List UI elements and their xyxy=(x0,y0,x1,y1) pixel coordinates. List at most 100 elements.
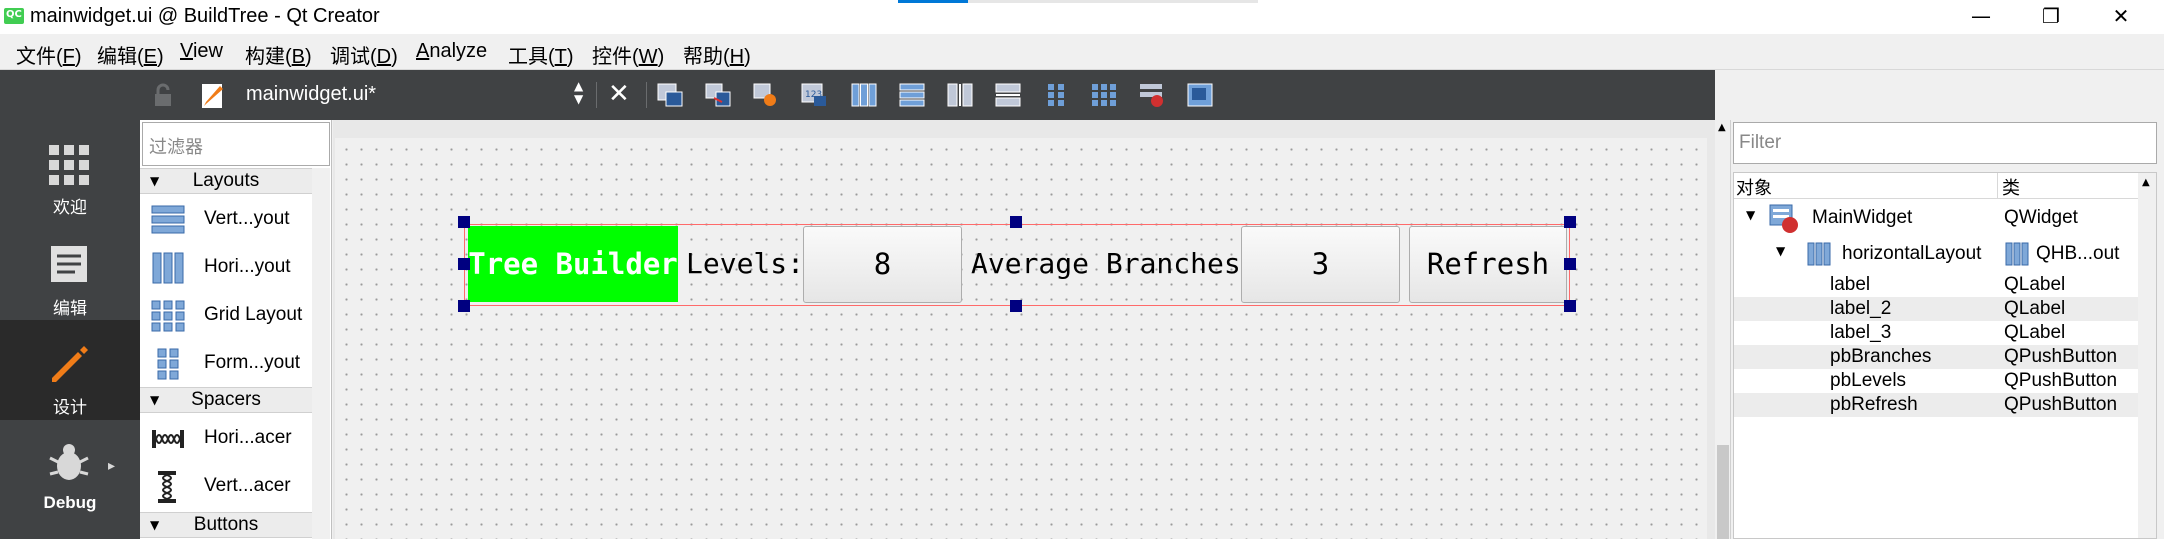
resize-handle[interactable] xyxy=(1010,300,1022,312)
widget-vertical-layout[interactable]: Vert...yout xyxy=(140,195,312,243)
ui-file-icon xyxy=(202,84,223,108)
document-icon xyxy=(51,246,87,282)
tree-row-pbbranches[interactable]: pbBranches QPushButton xyxy=(1734,345,2138,369)
layout-form-icon[interactable] xyxy=(1042,82,1070,108)
vertical-layout-icon xyxy=(151,205,185,234)
widget-horizontal-spacer[interactable]: Hori...acer xyxy=(140,414,312,462)
minimize-button[interactable]: — xyxy=(1946,0,2016,34)
debug-arrow-icon[interactable]: ▸ xyxy=(108,458,115,474)
close-document-icon[interactable]: ✕ xyxy=(608,79,630,109)
lock-icon[interactable] xyxy=(150,82,176,108)
object-class: QPushButton xyxy=(2004,370,2118,391)
adjust-size-icon[interactable] xyxy=(1186,82,1214,108)
object-name: pbRefresh xyxy=(1830,394,1918,415)
tree-row-mainwidget[interactable]: ▼ MainWidget QWidget xyxy=(1734,201,2138,237)
layout-grid-icon[interactable] xyxy=(1090,82,1118,108)
resize-handle[interactable] xyxy=(1564,216,1576,228)
mode-label-edit[interactable]: 编辑 xyxy=(0,294,140,319)
tree-row-pbrefresh[interactable]: pbRefresh QPushButton xyxy=(1734,393,2138,417)
close-button[interactable]: ✕ xyxy=(2086,0,2156,34)
editor-toolbar: mainwidget.ui* ▲ ▼ ✕ 123 xyxy=(140,70,1715,120)
widget-vertical-spacer[interactable]: Vert...acer xyxy=(140,462,312,510)
scroll-up-icon[interactable]: ▲ xyxy=(1718,122,1726,133)
horizontal-layout-icon xyxy=(1807,242,1831,266)
edit-signals-icon[interactable] xyxy=(704,82,732,108)
column-object[interactable]: 对象 xyxy=(1736,174,1772,200)
menu-widget[interactable]: 控件(W) xyxy=(592,40,664,69)
resize-handle[interactable] xyxy=(458,300,470,312)
edit-tab-order-icon[interactable]: 123 xyxy=(800,82,828,108)
menu-build[interactable]: 构建(B) xyxy=(245,40,312,69)
object-class: QPushButton xyxy=(2004,346,2118,367)
menu-analyze[interactable]: Analyze xyxy=(416,40,487,63)
category-layouts[interactable]: ▼ Layouts xyxy=(140,168,312,194)
levels-button[interactable]: 8 xyxy=(803,226,962,303)
widget-label: Form...yout xyxy=(204,352,301,373)
widget-form-layout[interactable]: Form...yout xyxy=(140,339,312,387)
mode-label-welcome-text[interactable]: 欢迎 xyxy=(0,193,140,218)
menu-file[interactable]: 文件(F) xyxy=(16,40,82,69)
menu-tools[interactable]: 工具(T) xyxy=(508,40,574,69)
resize-handle[interactable] xyxy=(1564,258,1576,270)
average-branches-label[interactable]: Average Branches: xyxy=(971,226,1258,302)
file-combo-arrows[interactable]: ▲ ▼ xyxy=(574,80,583,106)
expand-icon[interactable]: ▼ xyxy=(1746,208,1755,222)
column-divider xyxy=(1997,173,1998,199)
tree-row-label-2[interactable]: label_2 QLabel xyxy=(1734,297,2138,321)
layout-vertical-icon[interactable] xyxy=(898,82,926,108)
title-bar: mainwidget.ui @ BuildTree - Qt Creator —… xyxy=(0,0,2164,34)
layout-v-splitter-icon[interactable] xyxy=(994,82,1022,108)
tree-row-label-3[interactable]: label_3 QLabel xyxy=(1734,321,2138,345)
scroll-thumb[interactable] xyxy=(1717,445,1729,539)
collapse-icon: ▼ xyxy=(150,518,160,532)
menu-view[interactable]: View xyxy=(180,40,223,63)
menu-help[interactable]: 帮助(H) xyxy=(683,40,751,69)
resize-handle[interactable] xyxy=(1010,216,1022,228)
grid-layout-icon xyxy=(151,300,185,332)
object-tree-scrollbar[interactable]: ▲ xyxy=(2138,173,2156,538)
menu-debug[interactable]: 调试(D) xyxy=(330,40,398,69)
widget-horizontal-layout[interactable]: Hori...yout xyxy=(140,243,312,291)
resize-handle[interactable] xyxy=(458,258,470,270)
widget-label: Vert...yout xyxy=(204,208,290,229)
resize-handle[interactable] xyxy=(1564,300,1576,312)
open-file-name[interactable]: mainwidget.ui* xyxy=(246,83,376,106)
widget-filter-input[interactable]: 过滤器 xyxy=(142,122,330,166)
resize-handle[interactable] xyxy=(458,216,470,228)
branches-button[interactable]: 3 xyxy=(1241,226,1400,303)
object-name: horizontalLayout xyxy=(1842,243,1982,264)
widget-box: 过滤器 ▼ Layouts Vert...yout Hori...yout Gr… xyxy=(140,120,332,539)
levels-label[interactable]: Levels: xyxy=(686,226,804,302)
tree-builder-label[interactable]: Tree Builder xyxy=(468,226,678,302)
widget-grid-layout[interactable]: Grid Layout xyxy=(140,291,312,339)
edit-widgets-icon[interactable] xyxy=(656,82,684,108)
mode-label-debug[interactable]: Debug xyxy=(0,493,140,513)
maximize-button[interactable]: ❐ xyxy=(2016,0,2086,34)
object-filter-input[interactable]: Filter xyxy=(1733,122,2157,164)
collapse-icon: ▼ xyxy=(150,393,160,407)
tree-row-label[interactable]: label QLabel xyxy=(1734,273,2138,297)
tree-row-pblevels[interactable]: pbLevels QPushButton xyxy=(1734,369,2138,393)
layout-h-splitter-icon[interactable] xyxy=(946,82,974,108)
layout-horizontal-icon[interactable] xyxy=(850,82,878,108)
object-class: QHB...out xyxy=(2036,243,2120,264)
edit-buddies-icon[interactable] xyxy=(752,82,780,108)
object-class: QLabel xyxy=(2004,298,2066,319)
collapse-icon: ▼ xyxy=(150,174,160,188)
expand-icon[interactable]: ▼ xyxy=(1776,244,1785,258)
scroll-up-icon[interactable]: ▲ xyxy=(2142,177,2150,188)
taskbar-accent xyxy=(898,0,968,3)
qt-creator-logo-icon xyxy=(4,8,24,24)
break-layout-icon[interactable] xyxy=(1138,82,1166,108)
form-canvas[interactable] xyxy=(335,138,1707,539)
horizontal-layout-icon xyxy=(152,252,184,284)
menu-edit[interactable]: 编辑(E) xyxy=(97,40,164,69)
canvas-right-scrollbar[interactable]: ▲ xyxy=(1715,120,1731,539)
refresh-button[interactable]: Refresh xyxy=(1409,226,1567,303)
widget-label: Vert...acer xyxy=(204,475,291,496)
category-buttons[interactable]: ▼ Buttons xyxy=(140,512,312,538)
column-class[interactable]: 类 xyxy=(2002,174,2020,200)
category-spacers[interactable]: ▼ Spacers xyxy=(140,387,312,413)
widget-box-scrollbar[interactable] xyxy=(312,168,330,539)
tree-row-horizontallayout[interactable]: ▼ horizontalLayout QHB...out xyxy=(1734,237,2138,273)
